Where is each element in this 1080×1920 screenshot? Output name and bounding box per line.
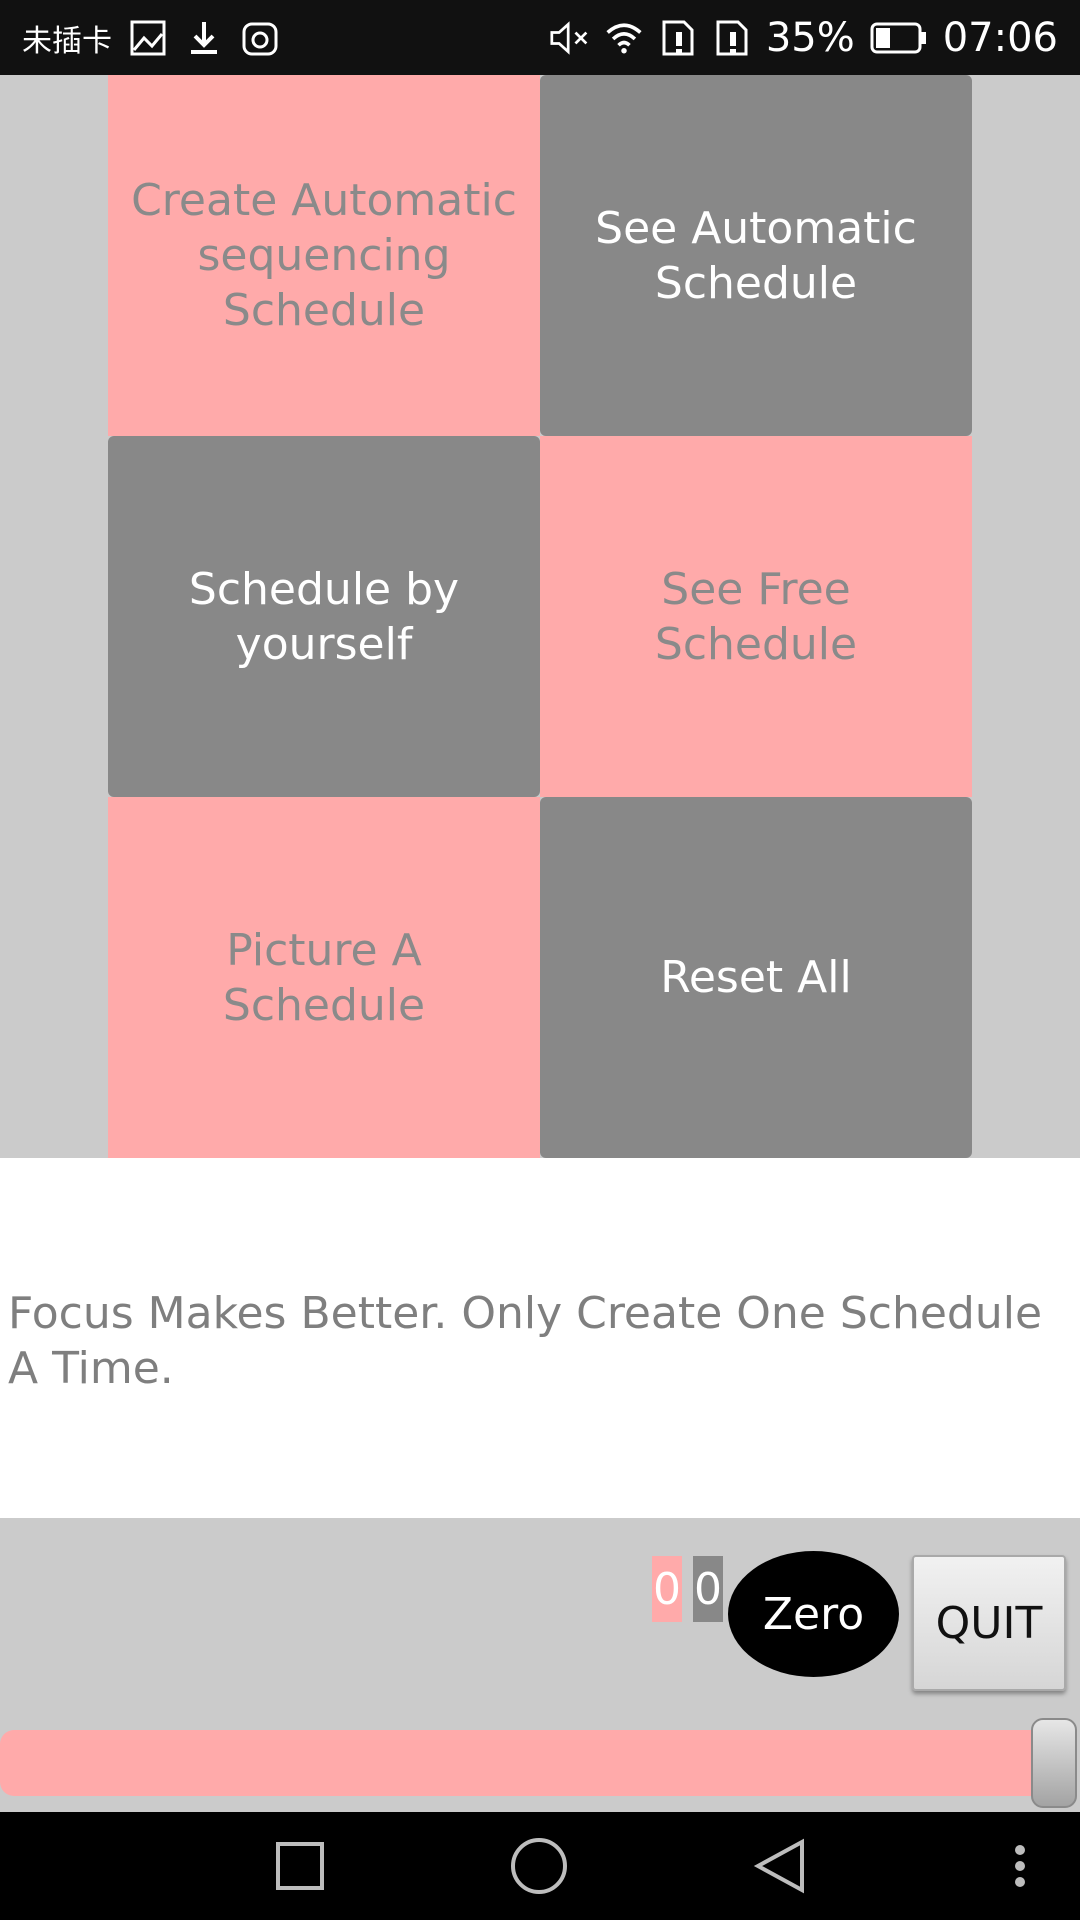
progress-slider-track[interactable] <box>0 1730 1055 1796</box>
counter-gray: 0 <box>693 1556 723 1622</box>
see-automatic-schedule-button[interactable]: See Automatic Schedule <box>540 75 972 436</box>
quit-label: QUIT <box>935 1597 1043 1649</box>
see-free-schedule-button[interactable]: See Free Schedule <box>540 436 972 797</box>
navigation-bar <box>0 1812 1080 1920</box>
counter-pink: 0 <box>652 1556 682 1622</box>
zero-button[interactable]: Zero <box>728 1551 899 1677</box>
download-icon <box>184 18 224 58</box>
back-icon[interactable] <box>750 1836 810 1896</box>
tile-label: Create Automatic sequencing Schedule <box>131 175 517 336</box>
menu-grid: Create Automatic sequencing Schedule See… <box>0 75 1080 1158</box>
mute-icon <box>550 18 590 58</box>
wifi-icon <box>604 18 644 58</box>
reset-all-button[interactable]: Reset All <box>540 797 972 1158</box>
carrier-text: 未插卡 <box>22 23 112 59</box>
overflow-menu-icon[interactable] <box>990 1836 1050 1896</box>
schedule-by-yourself-button[interactable]: Schedule by yourself <box>108 436 540 797</box>
quit-button[interactable]: QUIT <box>912 1555 1066 1691</box>
image-icon <box>128 18 168 58</box>
tile-label: Reset All <box>660 952 852 1003</box>
status-right: 35% 07:06 <box>550 0 1058 75</box>
battery-icon <box>869 18 929 58</box>
sim2-icon <box>712 18 752 58</box>
picture-a-schedule-button[interactable]: Picture A Schedule <box>108 797 540 1158</box>
progress-slider-thumb[interactable] <box>1031 1718 1077 1808</box>
create-automatic-schedule-button[interactable]: Create Automatic sequencing Schedule <box>108 75 540 436</box>
zero-label: Zero <box>762 1588 865 1640</box>
focus-message: Focus Makes Better. Only Create One Sche… <box>8 1288 1043 1394</box>
home-icon[interactable] <box>509 1836 569 1896</box>
status-bar: 未插卡 35% 07:06 <box>0 0 1080 75</box>
clock: 07:06 <box>942 14 1058 61</box>
status-left: 未插卡 <box>22 0 280 75</box>
tile-label: See Free Schedule <box>654 563 858 670</box>
tile-label: Schedule by yourself <box>188 563 460 670</box>
tile-label: Picture A Schedule <box>222 924 426 1031</box>
sim1-icon <box>658 18 698 58</box>
message-area: Focus Makes Better. Only Create One Sche… <box>0 1158 1080 1518</box>
bottom-panel: 0 0 Zero QUIT <box>0 1518 1080 1812</box>
tile-label: See Automatic Schedule <box>595 202 917 309</box>
app-icon <box>240 18 280 58</box>
recent-apps-icon[interactable] <box>270 1836 330 1896</box>
battery-percent: 35% <box>765 14 855 61</box>
